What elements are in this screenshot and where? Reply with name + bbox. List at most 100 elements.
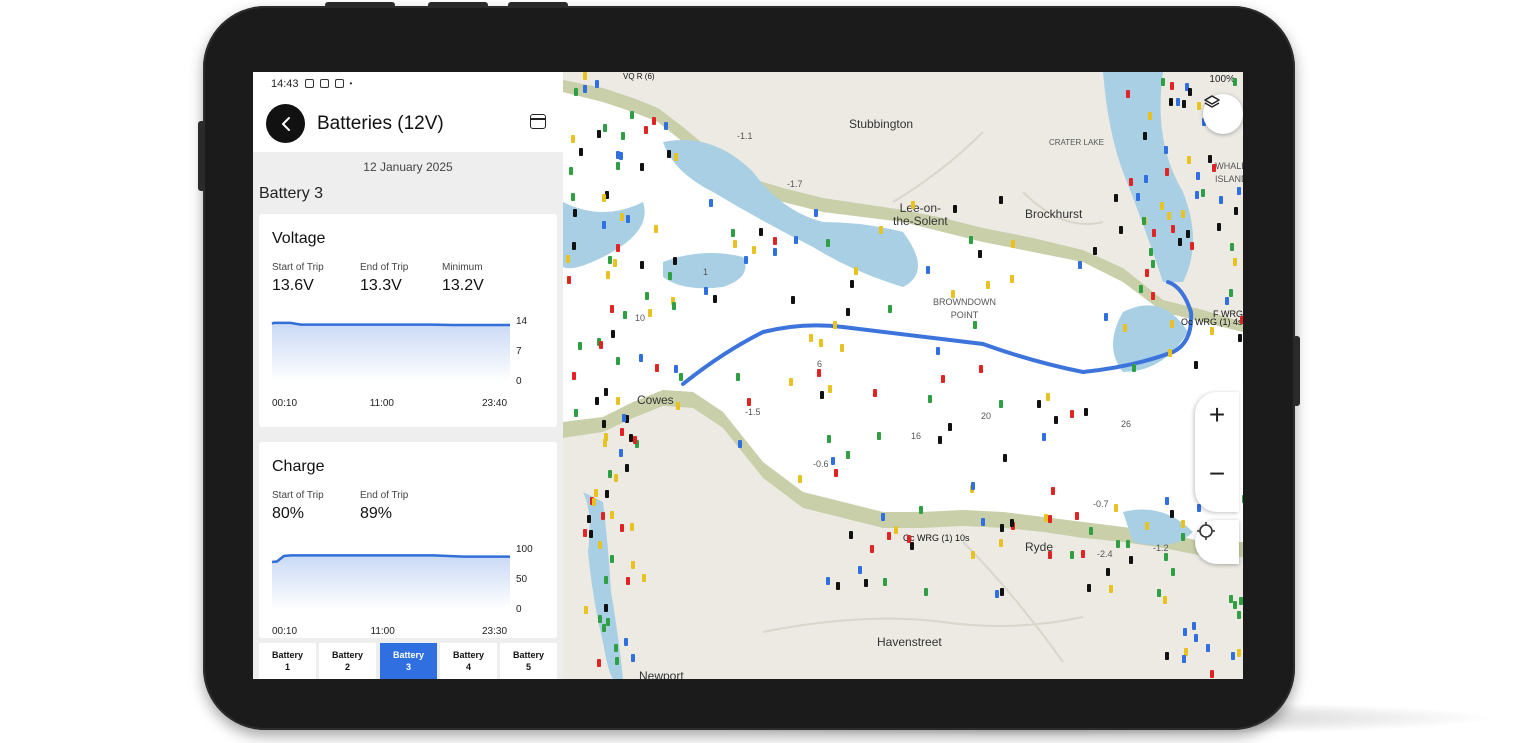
tab-battery-1[interactable]: Battery 1 — [259, 643, 316, 679]
back-button[interactable] — [266, 104, 305, 143]
seamark-icon — [971, 482, 975, 490]
seamark-icon — [827, 435, 831, 443]
seamark-icon — [630, 523, 634, 531]
battery-tabs: Battery 1 Battery 2 Battery 3 Battery 4 Batt… — [253, 638, 563, 679]
seamark-icon — [709, 199, 713, 207]
light-label: VQ R (6) — [623, 72, 655, 81]
seamark-icon — [598, 615, 602, 623]
y-tick-label: 0 — [516, 604, 522, 615]
seamark-icon — [924, 588, 928, 596]
zoom-in-button[interactable]: + — [1195, 395, 1239, 435]
seamark-icon — [995, 590, 999, 598]
place-havenstreet: Havenstreet — [877, 635, 942, 649]
seamark-icon — [948, 423, 952, 431]
seamark-icon — [1176, 98, 1180, 106]
seamark-icon — [1208, 155, 1212, 163]
nautical-map[interactable]: 100% Stubbington Lee-on- the-Solent Broc… — [563, 72, 1243, 679]
seamark-icon — [615, 657, 619, 665]
locate-button[interactable] — [1195, 520, 1239, 564]
seamark-icon — [1126, 90, 1130, 98]
layers-icon — [1204, 95, 1220, 108]
seamark-icon — [1169, 98, 1173, 106]
stat-label: Start of Trip — [272, 490, 324, 501]
seamark-icon — [626, 215, 630, 223]
seamark-icon — [1129, 556, 1133, 564]
seamark-icon — [738, 440, 742, 448]
seamark-icon — [1081, 550, 1085, 558]
seamark-icon — [1109, 585, 1113, 593]
seamark-icon — [831, 457, 835, 465]
seamark-icon — [1240, 316, 1243, 324]
stat-value: 89% — [360, 505, 393, 522]
seamark-icon — [817, 369, 821, 377]
y-tick-label: 100 — [516, 544, 533, 555]
seamark-icon — [846, 308, 850, 316]
seamark-icon — [623, 311, 627, 319]
seamark-icon — [1194, 634, 1198, 642]
seamark-icon — [1186, 230, 1190, 238]
seamark-icon — [1042, 433, 1046, 441]
map-status-bar: 100% — [1209, 74, 1235, 85]
voltage-stat: End of Trip 13.3V — [360, 262, 408, 295]
seamark-icon — [1000, 588, 1004, 596]
seamark-icon — [840, 344, 844, 352]
seamark-icon — [601, 512, 605, 520]
seamark-icon — [1011, 240, 1015, 248]
seamark-icon — [833, 321, 837, 329]
seamark-icon — [1104, 313, 1108, 321]
seamark-icon — [1152, 229, 1156, 237]
seamark-icon — [674, 365, 678, 373]
seamark-icon — [1225, 297, 1229, 305]
seamark-icon — [1075, 512, 1079, 520]
seamark-icon — [668, 272, 672, 280]
seamark-icon — [648, 309, 652, 317]
seamark-icon — [667, 150, 671, 158]
seamark-icon — [572, 242, 576, 250]
x-tick-label: 00:10 — [272, 398, 298, 409]
tablet-side-button — [1293, 336, 1300, 406]
seamark-icon — [616, 397, 620, 405]
seamark-icon — [1182, 655, 1186, 663]
chevron-left-icon — [281, 116, 290, 131]
seamark-icon — [674, 153, 678, 161]
seamark-icon — [631, 561, 635, 569]
depth-label: 20 — [981, 411, 992, 421]
y-tick-label: 14 — [516, 316, 528, 327]
seamark-icon — [1143, 132, 1147, 140]
seamark-icon — [1219, 196, 1223, 204]
seamark-icon — [1010, 519, 1014, 527]
tab-battery-2[interactable]: Battery 2 — [319, 643, 376, 679]
seamark-icon — [573, 209, 577, 217]
seamark-icon — [640, 261, 644, 269]
seamark-icon — [1132, 364, 1136, 372]
charge-title: Charge — [272, 458, 325, 475]
calendar-icon[interactable] — [530, 114, 546, 129]
seamark-icon — [620, 428, 624, 436]
seamark-icon — [798, 475, 802, 483]
tab-battery-3[interactable]: Battery 3 — [380, 643, 437, 679]
seamark-icon — [574, 88, 578, 96]
seamark-icon — [621, 132, 625, 140]
seamark-icon — [1195, 191, 1199, 199]
seamark-icon — [1048, 515, 1052, 523]
tab-number: 1 — [284, 662, 290, 672]
seamark-icon — [858, 566, 862, 574]
layers-button[interactable] — [1203, 94, 1243, 134]
seamark-icon — [1181, 210, 1185, 218]
seamark-icon — [1151, 260, 1155, 268]
seamark-icon — [986, 281, 990, 289]
tab-battery-4[interactable]: Battery 4 — [440, 643, 497, 679]
seamark-icon — [583, 85, 587, 93]
chart-svg — [271, 321, 510, 382]
seamark-icon — [611, 330, 615, 338]
tab-number: 3 — [405, 662, 411, 672]
seamark-icon — [613, 259, 617, 267]
seamark-icon — [610, 305, 614, 313]
seamark-icon — [639, 354, 643, 362]
tab-battery-5[interactable]: Battery 5 — [500, 643, 557, 679]
depth-label: 10 — [635, 313, 646, 323]
seamark-icon — [1231, 652, 1235, 660]
seamark-icon — [1161, 78, 1165, 86]
zoom-out-button[interactable]: − — [1195, 454, 1239, 494]
seamark-icon — [630, 111, 634, 119]
